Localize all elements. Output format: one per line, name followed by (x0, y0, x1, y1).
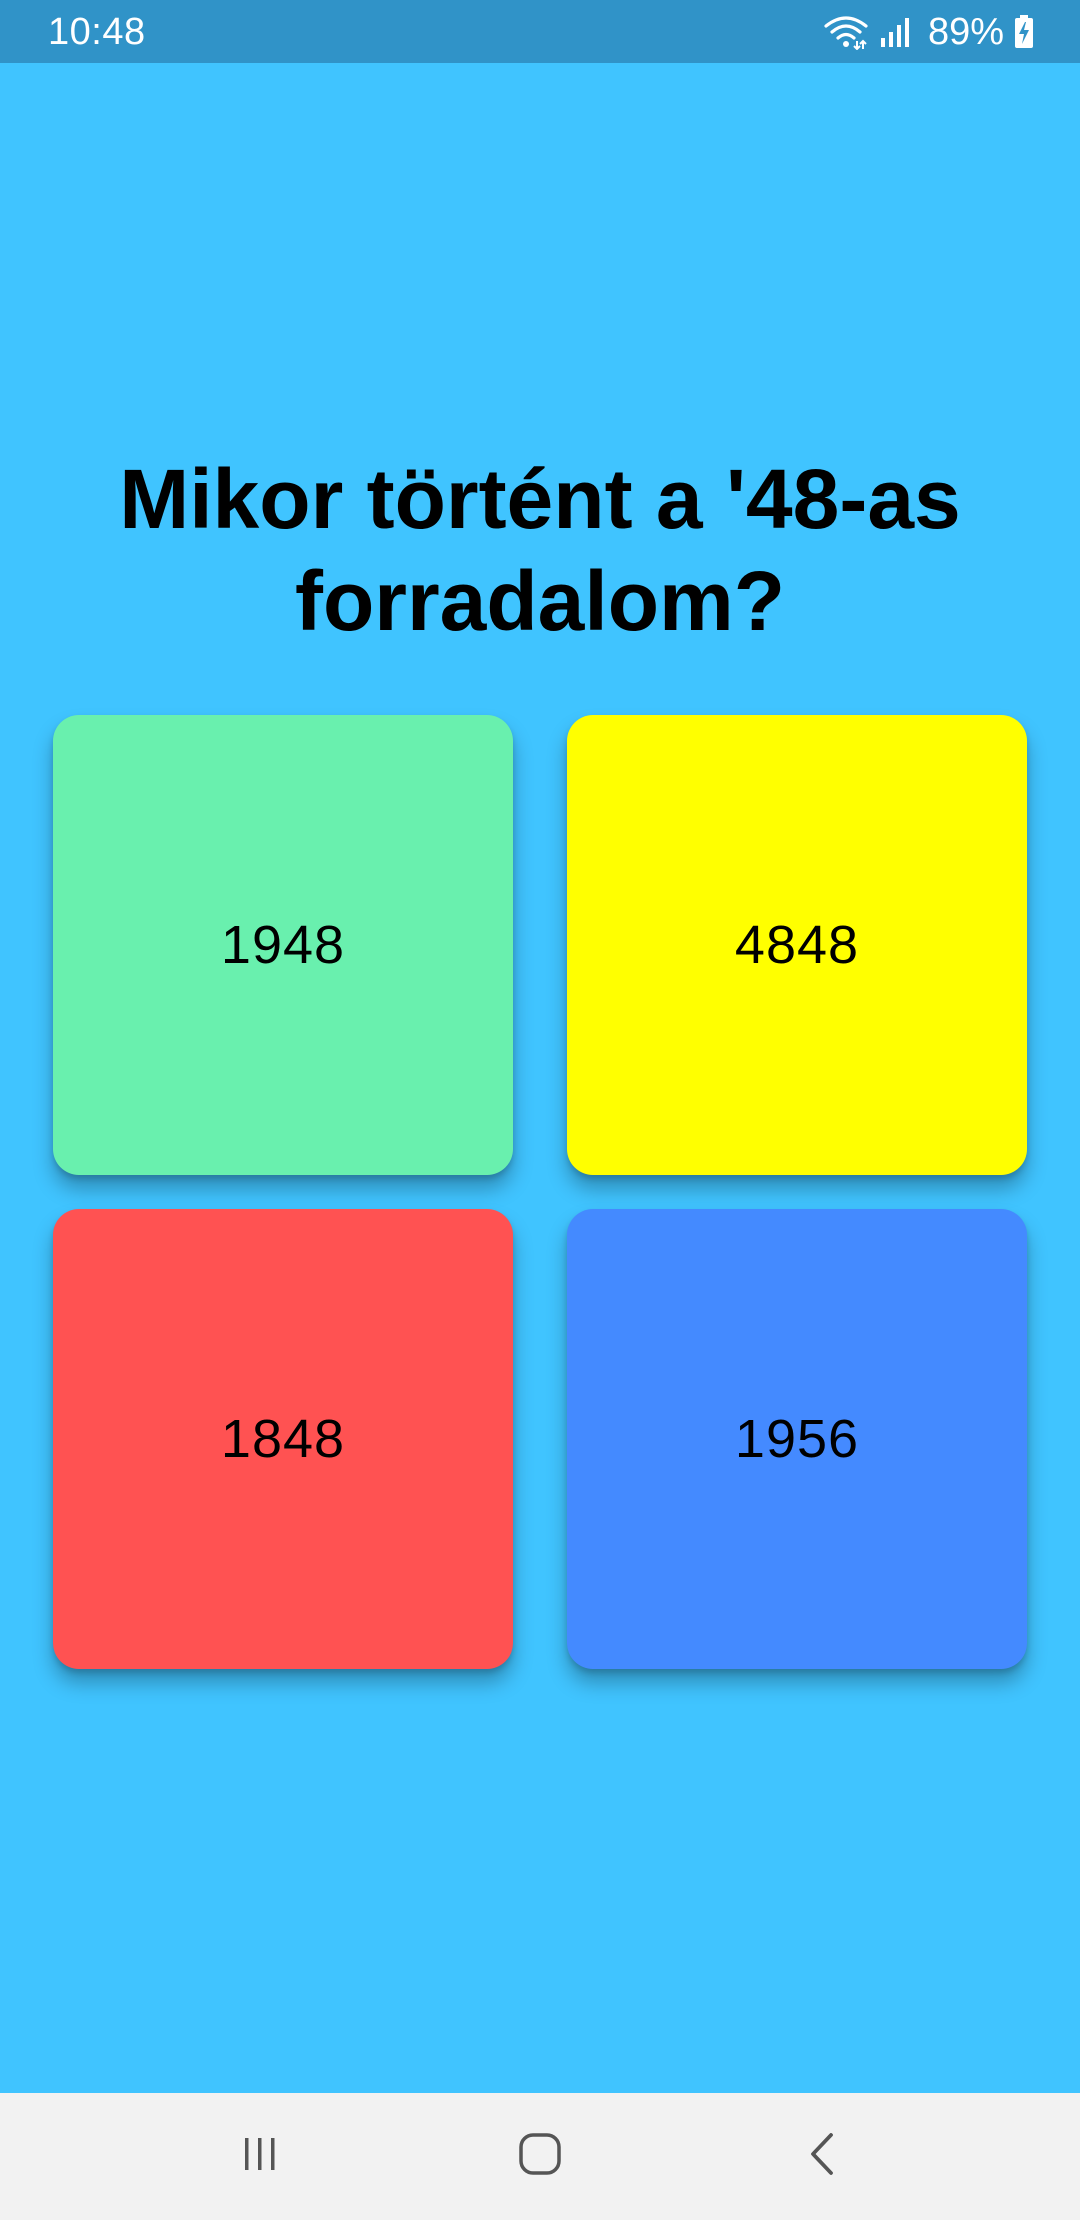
signal-icon (880, 16, 910, 48)
recents-button[interactable] (170, 2093, 350, 2220)
status-bar: 10:48 89% (0, 0, 1080, 63)
status-time: 10:48 (48, 11, 146, 53)
answer-button-3[interactable]: 1848 (53, 1209, 513, 1669)
back-icon (807, 2132, 837, 2181)
answer-label: 1948 (220, 915, 346, 975)
battery-charging-icon (1014, 15, 1034, 49)
answer-label: 1848 (220, 1409, 346, 1469)
battery-percent: 89% (927, 11, 1004, 53)
answer-label: 4848 (734, 915, 860, 975)
answer-button-2[interactable]: 4848 (567, 715, 1027, 1175)
home-button[interactable] (450, 2093, 630, 2220)
answer-button-1[interactable]: 1948 (53, 715, 513, 1175)
answer-button-4[interactable]: 1956 (567, 1209, 1027, 1669)
wifi-icon (824, 14, 868, 50)
back-button[interactable] (732, 2093, 912, 2220)
status-icons: 89% (824, 9, 1034, 55)
question-text: Mikor történt a '48-as forradalom? (119, 452, 961, 648)
recents-icon (240, 2134, 280, 2179)
navigation-bar (0, 2093, 1080, 2220)
home-icon (518, 2132, 562, 2181)
answer-label: 1956 (734, 1409, 860, 1469)
